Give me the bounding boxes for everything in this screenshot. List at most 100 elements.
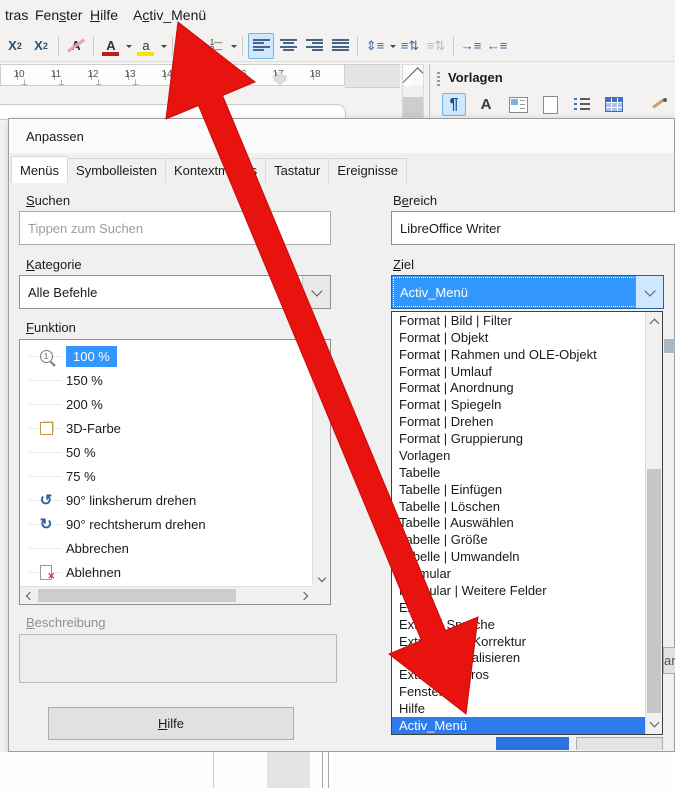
font-color-icon[interactable]: A (99, 34, 123, 58)
scrollbar-thumb[interactable] (403, 97, 423, 117)
function-item[interactable]: 150 % (20, 368, 313, 392)
superscript-icon[interactable]: X2 (3, 34, 27, 58)
chevron-down-icon[interactable] (635, 276, 663, 308)
align-left-icon[interactable] (248, 33, 274, 59)
bullet-list-icon[interactable]: ⁝ (178, 34, 202, 58)
dialog-titlebar: Anpassen (9, 119, 674, 153)
line-spacing-icon[interactable]: ⇕≡ (363, 34, 387, 58)
character-styles-icon[interactable]: A (474, 93, 498, 116)
scrollbar-thumb[interactable] (647, 469, 661, 713)
frame-styles-icon[interactable] (506, 93, 530, 116)
dropdown-item[interactable]: Extras (392, 599, 662, 616)
dropdown-item[interactable]: Extras | Makros (392, 666, 662, 683)
clear-formatting-icon[interactable]: A (64, 34, 88, 58)
function-item[interactable]: 75 % (20, 464, 313, 488)
numbered-list-dropdown-icon[interactable] (229, 34, 238, 58)
scroll-right-icon[interactable] (297, 587, 313, 605)
line-spacing-dropdown-icon[interactable] (388, 34, 397, 58)
category-combobox[interactable]: Alle Befehle (19, 275, 331, 309)
cancel-button-clipped[interactable] (576, 737, 663, 750)
menu-item-extras[interactable]: tras (5, 7, 28, 23)
dropdown-item[interactable]: Fenster (392, 683, 662, 700)
dropdown-item[interactable]: Format | Gruppierung (392, 430, 662, 447)
dropdown-item-selected[interactable]: Activ_Menü (392, 717, 662, 734)
dropdown-item[interactable]: Tabelle | Löschen (392, 498, 662, 515)
standard-button-clipped[interactable]: ard (663, 647, 675, 674)
scroll-up-icon[interactable] (313, 340, 330, 358)
tab-kontextmenues[interactable]: Kontextmenüs (165, 158, 266, 183)
function-item[interactable]: 200 % (20, 392, 313, 416)
dropdown-scrollbar[interactable] (645, 312, 662, 734)
function-item[interactable]: 3D-Farbe (20, 416, 313, 440)
menu-item-fenster[interactable]: Fenster (35, 7, 82, 23)
spotlight-pin-icon[interactable] (651, 96, 667, 112)
function-list-hscrollbar[interactable] (20, 586, 313, 604)
scrollbar-thumb[interactable] (38, 589, 236, 602)
dropdown-item[interactable]: Tabelle | Einfügen (392, 481, 662, 498)
subscript-icon[interactable]: X2 (29, 34, 53, 58)
numbered-list-icon[interactable]: 1—2— (204, 34, 228, 58)
function-item[interactable]: 90° linksherum drehen (20, 488, 313, 512)
target-dropdown-list: Format | Bild | Filter Format | Objekt F… (391, 311, 663, 735)
scroll-left-icon[interactable] (20, 587, 36, 605)
align-justify-icon[interactable] (328, 34, 352, 58)
scrollbar-thumb[interactable] (315, 360, 328, 384)
page-styles-icon[interactable] (538, 93, 562, 116)
dropdown-item[interactable]: Format | Anordnung (392, 380, 662, 397)
help-button[interactable]: Hilfe (48, 707, 294, 740)
tab-symbolleisten[interactable]: Symbolleisten (67, 158, 166, 183)
indent-marker-icon[interactable] (273, 76, 287, 92)
scroll-down-icon[interactable] (646, 714, 662, 734)
target-combobox[interactable]: Activ_Menü (391, 275, 664, 309)
function-item[interactable]: Abbrechen (20, 536, 313, 560)
search-input[interactable]: Tippen zum Suchen (19, 211, 331, 245)
highlight-color-dropdown-icon[interactable] (159, 34, 168, 58)
scroll-up-icon[interactable] (646, 312, 662, 331)
highlight-color-icon[interactable]: a (134, 34, 158, 58)
dropdown-item[interactable]: Extras | Sprache (392, 616, 662, 633)
list-styles-icon[interactable] (570, 93, 594, 116)
function-item[interactable]: Ablehnen (20, 560, 313, 584)
scroll-up-icon[interactable] (403, 65, 423, 85)
dropdown-item[interactable]: Format | Spiegeln (392, 396, 662, 413)
panel-grip-icon[interactable] (437, 72, 440, 86)
font-color-dropdown-icon[interactable] (124, 34, 133, 58)
function-item[interactable]: 100 % (20, 344, 313, 368)
align-center-icon[interactable] (276, 34, 300, 58)
scope-combobox[interactable]: LibreOffice Writer (391, 211, 675, 245)
dropdown-item[interactable]: Format | Umlauf (392, 363, 662, 380)
tab-tastatur[interactable]: Tastatur (265, 158, 329, 183)
align-right-icon[interactable] (302, 34, 326, 58)
dropdown-item[interactable]: Tabelle (392, 464, 662, 481)
menu-item-activ-menue[interactable]: Activ_Menü (133, 7, 206, 23)
dropdown-item[interactable]: Tabelle | Größe (392, 531, 662, 548)
chevron-down-icon[interactable] (302, 276, 330, 308)
paragraph-spacing-increase-icon[interactable]: ≡⇅ (398, 34, 422, 58)
dropdown-item[interactable]: Format | Bild | Filter (392, 312, 662, 329)
search-label: Suchen (26, 193, 70, 208)
dropdown-item[interactable]: Format | Drehen (392, 413, 662, 430)
table-styles-icon[interactable] (602, 93, 626, 116)
tab-ereignisse[interactable]: Ereignisse (328, 158, 407, 183)
menu-item-hilfe[interactable]: Hilfe (90, 7, 118, 23)
dropdown-item[interactable]: Extras | Aktualisieren (392, 650, 662, 667)
dropdown-item[interactable]: Format | Rahmen und OLE-Objekt (392, 346, 662, 363)
ok-button-clipped[interactable] (496, 737, 569, 750)
dropdown-item[interactable]: Formular (392, 565, 662, 582)
increase-indent-icon[interactable]: →≡ (459, 34, 483, 58)
function-item[interactable]: 50 % (20, 440, 313, 464)
tab-menues[interactable]: Menüs (11, 156, 68, 183)
decrease-indent-icon[interactable]: ←≡ (485, 34, 509, 58)
dropdown-item[interactable]: Extras | AutoKorrektur (392, 633, 662, 650)
dropdown-item[interactable]: Tabelle | Auswählen (392, 515, 662, 532)
function-item[interactable]: 90° rechtsherum drehen (20, 512, 313, 536)
separator (453, 36, 454, 56)
dropdown-item[interactable]: Formular | Weitere Felder (392, 582, 662, 599)
dropdown-item[interactable]: Hilfe (392, 700, 662, 717)
document-scrollbar[interactable] (402, 64, 424, 118)
dropdown-item[interactable]: Vorlagen (392, 447, 662, 464)
function-list-vscrollbar[interactable] (312, 340, 330, 588)
dropdown-item[interactable]: Tabelle | Umwandeln (392, 548, 662, 565)
paragraph-styles-icon[interactable]: ¶ (442, 93, 466, 116)
dropdown-item[interactable]: Format | Objekt (392, 329, 662, 346)
